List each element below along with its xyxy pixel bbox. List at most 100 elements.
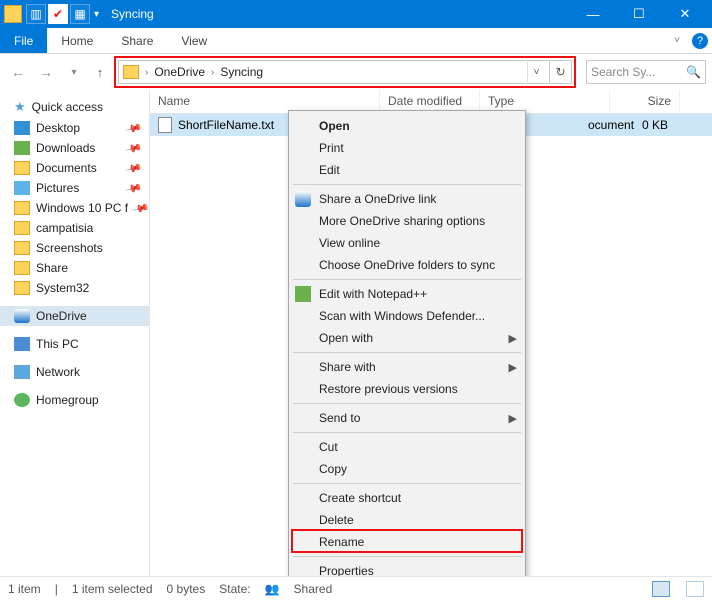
submenu-arrow-icon: ▶ [509, 332, 517, 345]
file-size: 0 KB [610, 118, 680, 132]
ctx-restore-previous[interactable]: Restore previous versions [289, 378, 525, 400]
search-icon: 🔍 [686, 65, 701, 79]
sidebar-item-desktop[interactable]: Desktop📌 [0, 118, 149, 138]
sidebar-item-label: This PC [36, 337, 79, 351]
folder-icon [14, 281, 30, 295]
ctx-label: Rename [319, 535, 364, 549]
column-size[interactable]: Size [610, 90, 680, 113]
sidebar-item-downloads[interactable]: Downloads📌 [0, 138, 149, 158]
help-button[interactable]: ? [688, 28, 712, 53]
qat-customize-chevron[interactable]: ▾ [90, 9, 103, 20]
sidebar-item-label: System32 [36, 281, 89, 295]
sidebar-item-documents[interactable]: Documents📌 [0, 158, 149, 178]
separator [293, 432, 521, 433]
breadcrumb-onedrive[interactable]: OneDrive [150, 65, 209, 79]
tab-home[interactable]: Home [47, 28, 107, 53]
tab-view[interactable]: View [167, 28, 221, 53]
ctx-label: Create shortcut [319, 491, 401, 505]
qat-checked-button[interactable]: ✔ [48, 4, 68, 24]
ctx-create-shortcut[interactable]: Create shortcut [289, 487, 525, 509]
pictures-icon [14, 181, 30, 195]
separator [293, 352, 521, 353]
search-input[interactable]: Search Sy... 🔍 [586, 60, 706, 84]
submenu-arrow-icon: ▶ [509, 412, 517, 425]
file-tab[interactable]: File [0, 28, 47, 53]
separator [293, 556, 521, 557]
tab-share[interactable]: Share [107, 28, 167, 53]
ctx-label: Share with [319, 360, 376, 374]
up-button[interactable]: ↑ [90, 62, 110, 82]
desktop-icon [14, 121, 30, 135]
title-bar: ▥ ✔ ▦ ▾ Syncing — ☐ ✕ [0, 0, 712, 28]
address-bar[interactable]: › OneDrive › Syncing ˅ [118, 60, 550, 84]
ctx-edit[interactable]: Edit [289, 159, 525, 181]
ctx-cut[interactable]: Cut [289, 436, 525, 458]
qat-new-folder-button[interactable]: ▦ [70, 4, 90, 24]
sidebar-item-label: Network [36, 365, 80, 379]
ctx-choose-sync[interactable]: Choose OneDrive folders to sync [289, 254, 525, 276]
sidebar-item-win10pc[interactable]: Windows 10 PC f📌 [0, 198, 149, 218]
onedrive-icon [14, 309, 30, 323]
view-large-icons-button[interactable] [686, 581, 704, 597]
separator [293, 483, 521, 484]
status-state-value: Shared [294, 582, 333, 596]
text-file-icon [158, 117, 172, 133]
ctx-scan-defender[interactable]: Scan with Windows Defender... [289, 305, 525, 327]
ctx-label: Print [319, 141, 344, 155]
shared-icon: 👥 [265, 582, 280, 596]
separator [293, 403, 521, 404]
address-bar-highlight: › OneDrive › Syncing ˅ ↻ [114, 56, 576, 88]
sidebar-item-screenshots[interactable]: Screenshots [0, 238, 149, 258]
ctx-view-online[interactable]: View online [289, 232, 525, 254]
ctx-open[interactable]: Open [289, 115, 525, 137]
sidebar-quick-access[interactable]: ★ Quick access [0, 96, 149, 118]
ctx-more-sharing[interactable]: More OneDrive sharing options [289, 210, 525, 232]
sidebar-item-thispc[interactable]: This PC [0, 334, 149, 354]
network-icon [14, 365, 30, 379]
maximize-button[interactable]: ☐ [616, 0, 662, 28]
status-state-label: State: [219, 582, 250, 596]
back-button[interactable]: ← [6, 60, 30, 84]
downloads-icon [14, 141, 30, 155]
ctx-copy[interactable]: Copy [289, 458, 525, 480]
recent-locations-button[interactable]: ▾ [62, 60, 86, 84]
sidebar-item-system32[interactable]: System32 [0, 278, 149, 298]
navigation-bar: ← → ▾ ↑ › OneDrive › Syncing ˅ ↻ Search … [0, 54, 712, 90]
close-button[interactable]: ✕ [662, 0, 708, 28]
ctx-share-with[interactable]: Share with ▶ [289, 356, 525, 378]
sidebar-item-share[interactable]: Share [0, 258, 149, 278]
sidebar-item-pictures[interactable]: Pictures📌 [0, 178, 149, 198]
ctx-share-onedrive-link[interactable]: Share a OneDrive link [289, 188, 525, 210]
ctx-edit-notepadpp[interactable]: Edit with Notepad++ [289, 283, 525, 305]
ctx-open-with[interactable]: Open with ▶ [289, 327, 525, 349]
pin-icon: 📌 [125, 139, 143, 157]
qat-properties-button[interactable]: ▥ [26, 4, 46, 24]
sidebar-item-campatisia[interactable]: campatisia [0, 218, 149, 238]
onedrive-icon [295, 191, 311, 207]
submenu-arrow-icon: ▶ [509, 361, 517, 374]
pin-icon: 📌 [132, 199, 150, 217]
pin-icon: 📌 [125, 159, 143, 177]
sidebar-item-homegroup[interactable]: Homegroup [0, 390, 149, 410]
window-title: Syncing [111, 7, 154, 21]
address-history-dropdown[interactable]: ˅ [527, 60, 545, 84]
ctx-label: Open with [319, 331, 373, 345]
sidebar-item-network[interactable]: Network [0, 362, 149, 382]
sidebar-item-onedrive[interactable]: OneDrive [0, 306, 149, 326]
ctx-send-to[interactable]: Send to▶ [289, 407, 525, 429]
refresh-button[interactable]: ↻ [550, 60, 572, 84]
ribbon-collapse-chevron[interactable]: ˅ [666, 28, 688, 53]
folder-icon [4, 5, 22, 23]
ctx-label: Restore previous versions [319, 382, 458, 396]
breadcrumb-syncing[interactable]: Syncing [216, 65, 267, 79]
folder-icon [14, 221, 30, 235]
ctx-print[interactable]: Print [289, 137, 525, 159]
ctx-label: Choose OneDrive folders to sync [319, 258, 495, 272]
sidebar-item-label: Homegroup [36, 393, 99, 407]
minimize-button[interactable]: — [570, 0, 616, 28]
ctx-delete[interactable]: Delete [289, 509, 525, 531]
view-details-button[interactable] [652, 581, 670, 597]
separator [293, 279, 521, 280]
forward-button[interactable]: → [34, 60, 58, 84]
ctx-rename[interactable]: Rename [289, 531, 525, 553]
